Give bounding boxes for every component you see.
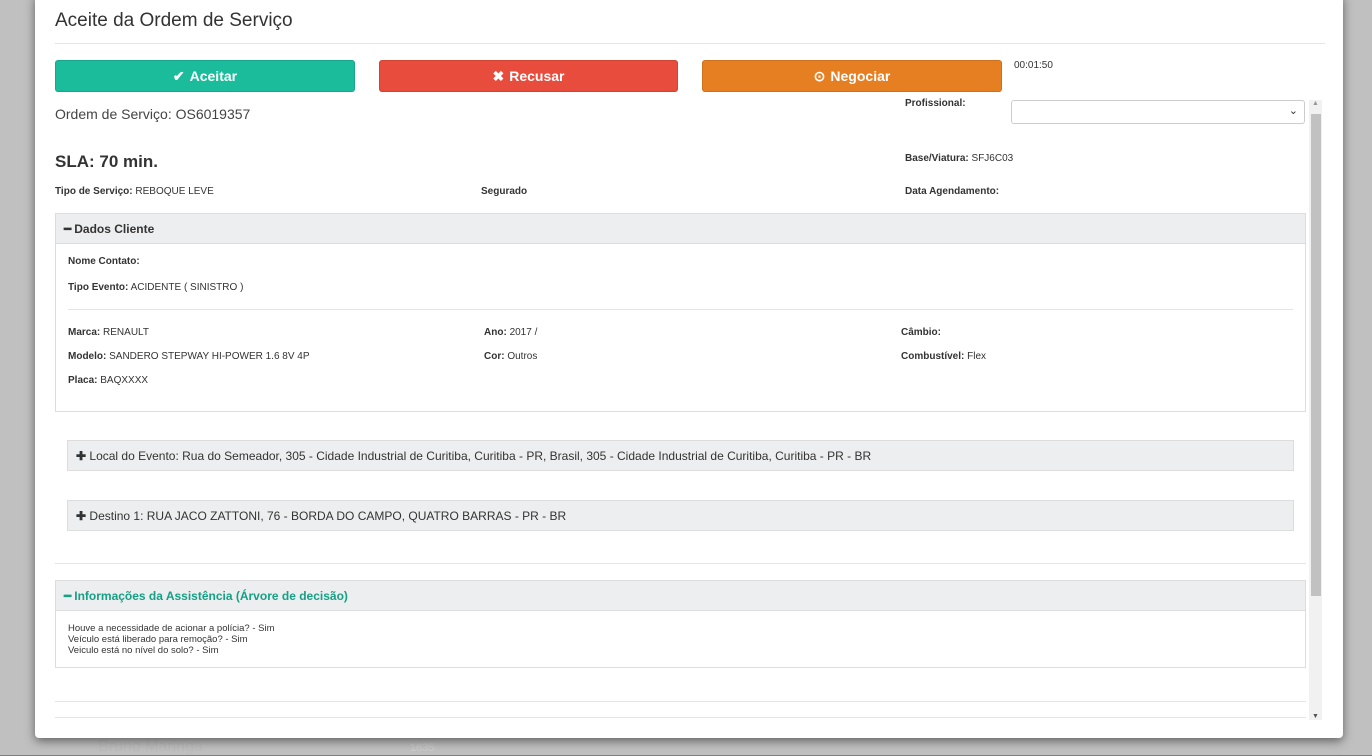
modal-title: Aceite da Ordem de Serviço — [55, 10, 293, 31]
client-data-title: Dados Cliente — [74, 221, 155, 236]
model-field: Modelo: SANDERO STEPWAY HI-POWER 1.6 8V … — [68, 351, 310, 362]
timer: 00:01:50 — [1014, 60, 1053, 71]
chevron-down-icon: ⌄ — [1288, 105, 1298, 117]
divider — [55, 701, 1306, 702]
accept-order-modal: Aceite da Ordem de Serviço ✔ Aceitar ✖ Rec… — [35, 0, 1343, 738]
assistance-header[interactable]: ━ Informações da Assistência (Árvore de d… — [56, 581, 1305, 611]
plate-field: Placa: BAQXXXX — [68, 375, 149, 386]
sla: SLA: 70 min. — [55, 152, 158, 171]
fuel-field: Combustível: Flex — [901, 351, 987, 362]
scroll-up-icon[interactable]: ▲ — [1312, 100, 1319, 107]
event-location: ✚ Local do Evento: Rua do Semeador, 305 … — [76, 449, 872, 463]
brand-field: Marca: RENAULT — [68, 327, 149, 338]
modal-scrollbar[interactable]: ▲ ▼ — [1309, 100, 1322, 720]
destination: ✚ Destino 1: RUA JACO ZATTONI, 76 - BORD… — [76, 509, 567, 523]
contact-label: Nome Contato: — [68, 256, 140, 267]
professional-select[interactable]: ⌄ — [1011, 100, 1305, 124]
assistance-title: Informações da Assistência (Árvore de de… — [74, 588, 348, 603]
divider — [55, 563, 1306, 564]
answer-line: Veículo está liberado para remoção? - Si… — [68, 634, 248, 645]
divider — [55, 717, 1306, 718]
minus-icon: ━ — [64, 221, 72, 236]
accept-button[interactable]: ✔ Aceitar — [55, 60, 355, 92]
negotiate-button[interactable]: ⊙ Negociar — [702, 60, 1002, 92]
clock-icon: ⊙ — [813, 67, 826, 84]
divider — [68, 309, 1293, 310]
event-location-panel[interactable]: ✚ Local do Evento: Rua do Semeador, 305 … — [67, 440, 1294, 471]
plus-icon: ✚ — [76, 509, 87, 523]
modal-body: Ordem de Serviço: OS6019357 SLA: 70 min.… — [35, 98, 1325, 722]
service-type-field: Tipo de Serviço: REBOQUE LEVE — [55, 186, 214, 197]
color-field: Cor: Outros — [484, 351, 538, 362]
client-data-header[interactable]: ━ Dados Cliente — [56, 214, 1305, 244]
background-user-name: Bruno Maringa — [98, 738, 203, 755]
event-type-field: Tipo Evento: ACIDENTE ( SINISTRO ) — [68, 282, 244, 293]
professional-label: Profissional: — [905, 98, 966, 109]
refuse-label: Recusar — [509, 68, 565, 84]
scrollbar-thumb[interactable] — [1311, 114, 1321, 596]
plus-icon: ✚ — [76, 449, 87, 463]
assistance-answers: Houve a necessidade de acionar a polícia… — [68, 623, 274, 656]
gear-label: Câmbio: — [901, 327, 941, 338]
base-field: Base/Viatura: SFJ6C03 — [905, 153, 1014, 164]
insured-label: Segurado — [481, 186, 528, 197]
accept-label: Aceitar — [189, 68, 238, 84]
refuse-button[interactable]: ✖ Recusar — [379, 60, 678, 92]
scroll-down-icon[interactable]: ▼ — [1312, 713, 1319, 720]
assistance-panel: ━ Informações da Assistência (Árvore de d… — [55, 580, 1306, 668]
order-number: Ordem de Serviço: OS6019357 — [55, 106, 251, 122]
schedule-label: Data Agendamento: — [905, 186, 1000, 197]
answer-line: Veiculo está no nível do solo? - Sim — [68, 645, 219, 656]
negotiate-label: Negociar — [830, 68, 891, 84]
client-data-panel: ━ Dados Cliente Nome Contato: Tipo Evento… — [55, 213, 1306, 412]
background-number: 1635 — [410, 742, 435, 754]
destination-panel[interactable]: ✚ Destino 1: RUA JACO ZATTONI, 76 - BORD… — [67, 500, 1294, 531]
answer-line: Houve a necessidade de acionar a polícia… — [68, 623, 275, 634]
times-icon: ✖ — [492, 67, 505, 84]
year-field: Ano: 2017 / — [484, 327, 538, 338]
check-icon: ✔ — [172, 67, 185, 84]
divider — [55, 43, 1325, 44]
minus-icon: ━ — [64, 588, 72, 603]
